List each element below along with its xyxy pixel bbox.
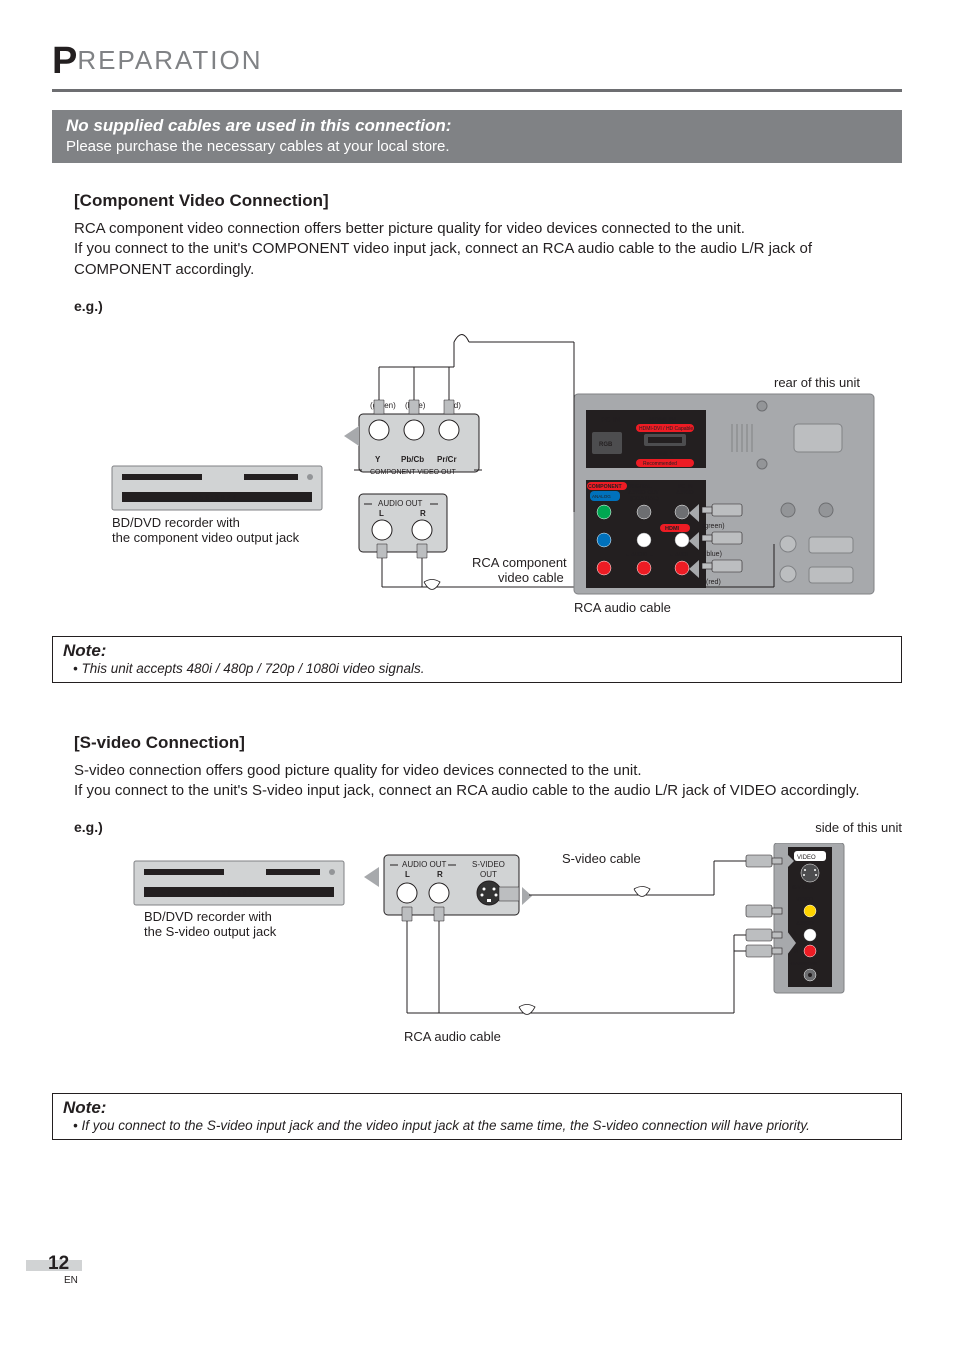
panel-hdmi-small: HDMI [665, 526, 680, 532]
panel-recommended: Recommended [643, 461, 677, 467]
panel-hdmi1: HDMI 1 [650, 451, 674, 458]
note-box-2: Note: If you connect to the S-video inpu… [52, 1093, 902, 1140]
rca-audio-label: RCA audio cable [574, 600, 671, 615]
side-label: side of this unit [815, 820, 902, 835]
audio-r: R [420, 509, 426, 518]
page-number-block: 12 EN [26, 1260, 82, 1304]
section2-body: S-video connection offers good picture q… [74, 761, 902, 802]
rca-video-label1: RCA component [472, 555, 567, 570]
audio-out-label: AUDIO OUT [378, 499, 423, 508]
chapter-rest: REPARATION [77, 45, 262, 75]
svg-text:▶ 5 6 : 3 8 2 4: ▶ 5 6 : 3 8 2 4 [192, 495, 236, 502]
chapter-header: PREPARATION [52, 40, 902, 92]
panel-y: Y [591, 510, 596, 517]
panel2-video: VIDEO [796, 897, 814, 903]
note1-title: Note: [63, 641, 891, 661]
svideo-out-label: S-VIDEO [472, 860, 505, 869]
svg-text:OUT: OUT [480, 870, 497, 879]
panel-al2: L [670, 538, 675, 545]
note2-body: If you connect to the S-video input jack… [63, 1118, 891, 1133]
svg-text:R: R [670, 566, 675, 573]
source2-label-2: the S-video output jack [144, 924, 277, 939]
jack-pb: Pb/Cb [401, 455, 424, 464]
audio2-out-label: AUDIO OUT [402, 860, 447, 869]
source-label-2: the component video output jack [112, 530, 300, 545]
section-svideo: [S-video Connection] S-video connection … [74, 733, 902, 1141]
panel2-svideo: S-VIDEO [792, 885, 815, 891]
jack-pr: Pr/Cr [437, 455, 457, 464]
panel2-audio: AUDIO [796, 921, 814, 927]
panel-comp-sub: ANALOG [592, 494, 611, 499]
note2-title: Note: [63, 1098, 891, 1118]
svideo-cable-label: S-video cable [562, 851, 641, 866]
jack-color-red: (red) [706, 579, 721, 586]
rca-video-label2: video cable [498, 570, 564, 585]
panel2-headphone: HEADPHONE [789, 961, 818, 966]
diagram-component: rear of this unit (green) (blue) (red) [74, 322, 902, 622]
section1-body: RCA component video connection offers be… [74, 219, 902, 280]
section2-title: [S-video Connection] [74, 733, 902, 753]
jack-color-green: (green) [702, 523, 725, 530]
note-box-1: Note: This unit accepts 480i / 480p / 72… [52, 636, 902, 683]
audio2-l: L [405, 870, 410, 879]
rear-label: rear of this unit [774, 375, 860, 390]
panel-ar: R [631, 566, 636, 573]
svg-text:▶ 5 6 : 3 8 2 4: ▶ 5 6 : 3 8 2 4 [214, 890, 258, 897]
callout-banner: No supplied cables are used in this conn… [52, 110, 902, 163]
audio-l: L [379, 509, 384, 518]
diagram-svideo: ▶ 5 6 : 3 8 2 4 BD/DVD recorder with the… [74, 843, 902, 1063]
source-label-1: BD/DVD recorder with [112, 515, 240, 530]
rca-audio-label2: RCA audio cable [404, 1029, 501, 1044]
section1-title: [Component Video Connection] [74, 191, 902, 211]
panel-hdmiin: HDMI IN [649, 417, 676, 424]
page-lang: EN [64, 1275, 120, 1286]
panel-audio-lbl: ← AUDIO → [625, 552, 654, 558]
section2-eg: e.g.) [74, 819, 103, 835]
callout-line2: Please purchase the necessary cables at … [66, 136, 888, 155]
jack-y: Y [375, 455, 381, 464]
svg-text:VIDEO: VIDEO [797, 855, 816, 861]
section1-eg: e.g.) [74, 298, 902, 314]
panel-hdmi-sub: HDMI-DVI / HD Capable [639, 426, 693, 432]
callout-line1: No supplied cables are used in this conn… [66, 116, 888, 136]
note1-body: This unit accepts 480i / 480p / 720p / 1… [63, 661, 891, 676]
panel2-l: L [794, 931, 798, 937]
section-component-video: [Component Video Connection] RCA compone… [74, 191, 902, 683]
chapter-dropcap: P [52, 40, 79, 82]
panel-component: COMPONENT [588, 484, 623, 490]
panel-rgb: RGB [599, 442, 613, 448]
panel-pcin: PC IN [601, 417, 620, 424]
page-number: 12 [48, 1253, 104, 1275]
component-out-label: COMPONENT VIDEO OUT [370, 469, 457, 476]
svg-text:(COAXIAL): (COAXIAL) [630, 496, 659, 502]
audio2-r: R [437, 870, 443, 879]
panel-pb: Pb [587, 538, 595, 545]
svg-text:AUDIO: AUDIO [676, 490, 694, 496]
svg-text:← AUDI: ← AUDI [669, 552, 688, 558]
panel-pr: Pr [587, 566, 594, 573]
panel2-r: R [794, 949, 799, 955]
panel-al: L [631, 538, 636, 545]
jack-color-blue: (blue) [704, 551, 722, 558]
source2-label-1: BD/DVD recorder with [144, 909, 272, 924]
